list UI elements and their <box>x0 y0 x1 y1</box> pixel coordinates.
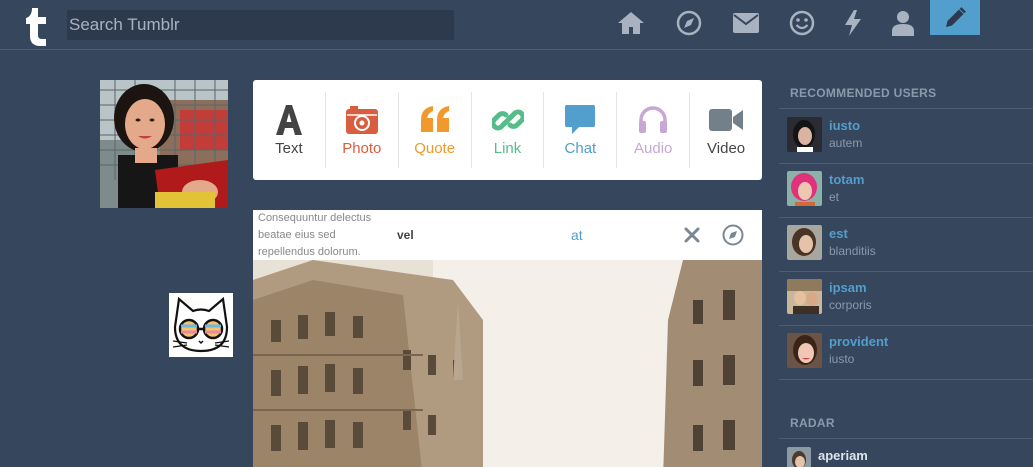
username[interactable]: iusto <box>829 118 860 133</box>
link-icon <box>491 104 525 136</box>
divider <box>779 379 1033 380</box>
search-input[interactable] <box>67 10 454 40</box>
recommended-user[interactable]: provident iusto <box>779 325 1033 379</box>
post-type-chat[interactable]: Chat <box>544 92 618 168</box>
avatar[interactable] <box>787 447 811 467</box>
avatar[interactable] <box>787 225 822 260</box>
lightning-icon[interactable] <box>838 9 868 37</box>
post-type-label: Video <box>707 139 746 157</box>
user-avatar[interactable] <box>100 80 228 208</box>
headphones-icon <box>636 104 670 136</box>
recommended-user[interactable]: totam et <box>779 163 1033 217</box>
username[interactable]: aperiam <box>818 448 868 463</box>
username[interactable]: totam <box>829 172 864 187</box>
post-type-quote[interactable]: Quote <box>399 92 472 168</box>
video-icon <box>709 104 744 136</box>
post-type-label: Chat <box>564 139 597 157</box>
avatar[interactable] <box>787 279 822 314</box>
post-type-text[interactable]: Text <box>253 92 326 168</box>
username[interactable]: est <box>829 226 848 241</box>
mail-icon[interactable] <box>731 9 761 37</box>
smiley-icon[interactable] <box>787 9 817 37</box>
top-header <box>0 0 1033 50</box>
user-subtitle: autem <box>829 136 863 150</box>
recommended-user[interactable]: ipsam corporis <box>779 271 1033 325</box>
divider <box>779 438 1033 439</box>
quote-icon <box>418 104 452 136</box>
compass-icon[interactable] <box>721 223 745 247</box>
post-type-audio[interactable]: Audio <box>617 92 691 168</box>
recommended-user[interactable]: est blanditiis <box>779 217 1033 271</box>
user-subtitle: iusto <box>829 352 855 366</box>
post-type-label: Audio <box>634 139 673 157</box>
avatar[interactable] <box>787 333 822 368</box>
post-type-label: Link <box>493 139 522 157</box>
user-subtitle: blanditiis <box>829 244 876 258</box>
chat-icon <box>563 104 597 136</box>
recommended-users-title: RECOMMENDED USERS <box>790 86 937 100</box>
close-icon[interactable] <box>681 224 703 246</box>
tumblr-logo[interactable] <box>25 6 51 46</box>
username[interactable]: ipsam <box>829 280 867 295</box>
post-tag[interactable]: vel <box>397 228 414 242</box>
compose-button[interactable] <box>930 0 980 35</box>
post-card: Consequuntur delectus beatae eius sed re… <box>253 210 762 467</box>
post-description: Consequuntur delectus beatae eius sed re… <box>258 212 372 258</box>
post-type-label: Photo <box>342 139 382 157</box>
post-type-label: Quote <box>414 139 456 157</box>
post-type-bar: Text Photo Quote Link Chat Audio Video <box>253 80 762 180</box>
avatar[interactable] <box>787 171 822 206</box>
camera-icon <box>345 104 379 136</box>
radar-title: RADAR <box>790 416 835 430</box>
post-photo <box>253 260 762 467</box>
username[interactable]: provident <box>829 334 888 349</box>
home-icon[interactable] <box>616 9 646 37</box>
post-link[interactable]: at <box>571 227 583 243</box>
post-type-video[interactable]: Video <box>690 92 762 168</box>
pencil-icon <box>946 6 966 27</box>
post-type-link[interactable]: Link <box>472 92 545 168</box>
recommended-user[interactable]: iusto autem <box>779 109 1033 163</box>
user-subtitle: corporis <box>829 298 872 312</box>
post-header: Consequuntur delectus beatae eius sed re… <box>253 210 762 260</box>
post-type-label: Text <box>275 139 303 157</box>
user-subtitle: et <box>829 190 840 204</box>
text-icon <box>272 104 306 136</box>
post-type-photo[interactable]: Photo <box>326 92 399 168</box>
avatar[interactable] <box>787 117 822 152</box>
cat-avatar[interactable] <box>169 293 233 357</box>
user-icon[interactable] <box>888 9 918 37</box>
compass-icon[interactable] <box>674 9 704 37</box>
